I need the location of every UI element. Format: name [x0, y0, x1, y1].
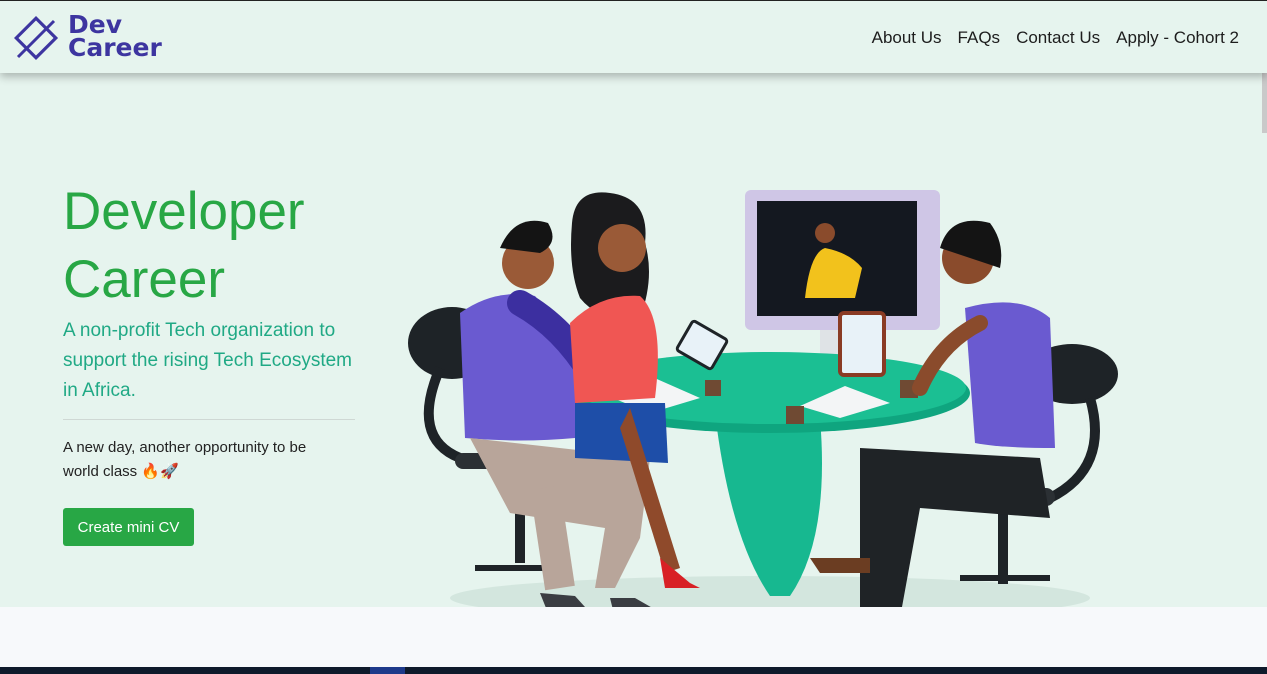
hero-title: Developer Career [63, 178, 383, 314]
hero-tagline: A new day, another opportunity to be wor… [63, 439, 307, 480]
hero-title-line-2: Career [63, 250, 226, 309]
brand-logo[interactable]: Dev Career [14, 12, 174, 65]
nav-contact-us[interactable]: Contact Us [1016, 28, 1100, 48]
create-mini-cv-button[interactable]: Create mini CV [63, 508, 194, 546]
page-scrollbar[interactable] [1262, 73, 1267, 133]
hero-divider [63, 419, 355, 420]
footer-accent [370, 667, 405, 674]
nav-about-us[interactable]: About Us [872, 28, 942, 48]
hero-title-line-1: Developer [63, 182, 305, 241]
nav-faqs[interactable]: FAQs [958, 28, 1001, 48]
nav-apply-cohort[interactable]: Apply - Cohort 2 [1116, 28, 1239, 48]
top-navbar: Dev Career About Us FAQs Contact Us Appl… [0, 0, 1267, 73]
hero-section: Developer Career A non-profit Tech organ… [0, 73, 1267, 628]
brand-wordmark: Dev Career [68, 12, 162, 62]
next-section [0, 607, 1267, 667]
main-nav: About Us FAQs Contact Us Apply - Cohort … [872, 28, 1239, 48]
brand-line-2: Career [68, 33, 162, 62]
hero-subtitle: A non-profit Tech organization to suppor… [63, 320, 353, 401]
footer-strip [0, 667, 1267, 674]
diamond-logo-icon [14, 15, 59, 61]
team-meeting-illustration [408, 190, 1118, 628]
